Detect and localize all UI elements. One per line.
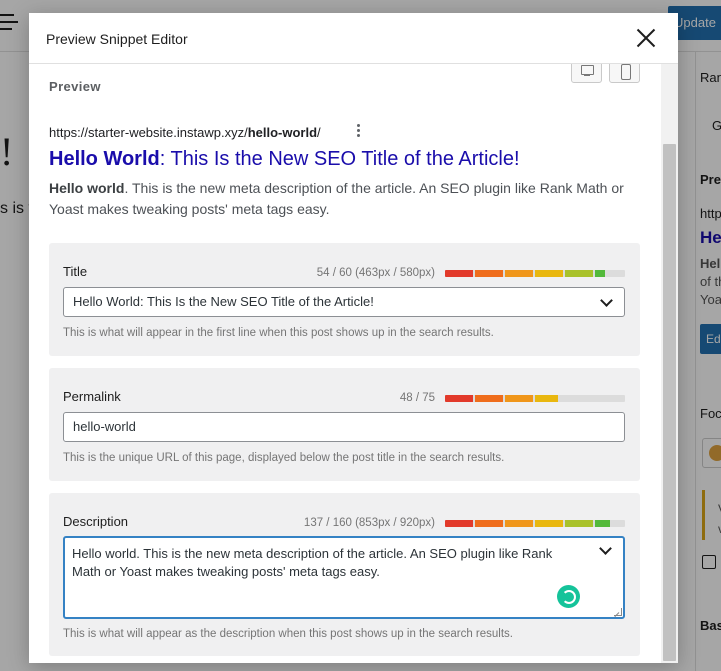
resize-handle-icon[interactable] <box>614 608 622 616</box>
serp-description: Hello world. This is the new meta descri… <box>49 180 624 217</box>
desktop-preview-icon[interactable] <box>571 64 602 83</box>
description-field-card: Description 137 / 160 (853px / 920px) He… <box>49 493 640 656</box>
description-char-counter: 137 / 160 (853px / 920px) <box>303 517 435 529</box>
snippet-editor-modal: Preview Snippet Editor Preview https://s… <box>29 13 678 663</box>
meter-segment <box>505 270 533 277</box>
meter-segment <box>505 395 533 402</box>
close-icon[interactable] <box>633 25 659 51</box>
title-help-text: This is what will appear in the first li… <box>63 327 494 339</box>
description-help-text: This is what will appear as the descript… <box>63 628 513 640</box>
modal-title: Preview Snippet Editor <box>46 31 188 47</box>
chevron-down-icon[interactable] <box>600 294 613 307</box>
title-length-meter <box>445 270 625 277</box>
permalink-input[interactable]: hello-world <box>63 412 625 442</box>
mobile-preview-icon[interactable] <box>609 64 640 83</box>
permalink-help-text: This is the unique URL of this page, dis… <box>63 452 505 464</box>
preview-section-label: Preview <box>49 79 101 94</box>
meter-segment <box>565 520 593 527</box>
meter-segment <box>505 520 533 527</box>
description-field-label: Description <box>63 514 129 529</box>
chevron-down-icon[interactable] <box>599 542 612 555</box>
description-textarea-value: Hello world. This is the new meta descri… <box>72 546 553 579</box>
description-length-meter <box>445 520 625 527</box>
meter-segment <box>595 520 611 527</box>
permalink-length-meter <box>445 395 625 402</box>
permalink-field-card: Permalink 48 / 75 hello-world This is th… <box>49 368 640 481</box>
meter-segment <box>445 270 473 277</box>
serp-url: https://starter-website.instawp.xyz/hell… <box>49 125 321 140</box>
permalink-char-counter: 48 / 75 <box>399 392 435 404</box>
more-options-icon[interactable] <box>357 124 361 138</box>
meter-segment <box>535 395 559 402</box>
meter-segment <box>475 270 503 277</box>
description-textarea[interactable]: Hello world. This is the new meta descri… <box>63 536 625 619</box>
meter-segment <box>535 520 563 527</box>
meter-segment <box>565 270 593 277</box>
modal-header: Preview Snippet Editor <box>29 13 678 64</box>
meter-segment <box>535 270 563 277</box>
modal-body: Preview https://starter-website.instawp.… <box>29 64 661 663</box>
permalink-field-label: Permalink <box>63 389 121 404</box>
meter-segment <box>445 395 473 402</box>
meter-segment <box>475 395 503 402</box>
title-field-card: Title 54 / 60 (463px / 580px) Hello Worl… <box>49 243 640 356</box>
meter-segment <box>475 520 503 527</box>
grammarly-icon[interactable] <box>557 585 580 608</box>
serp-title: Hello World: This Is the New SEO Title o… <box>49 148 520 170</box>
title-input-value: Hello World: This Is the New SEO Title o… <box>73 294 374 309</box>
title-input[interactable]: Hello World: This Is the New SEO Title o… <box>63 287 625 317</box>
meter-segment <box>595 270 605 277</box>
title-char-counter: 54 / 60 (463px / 580px) <box>316 267 435 279</box>
scrollbar-thumb[interactable] <box>663 144 676 661</box>
permalink-input-value: hello-world <box>73 419 136 434</box>
meter-segment <box>445 520 473 527</box>
title-field-label: Title <box>63 264 88 279</box>
modal-scrollbar[interactable] <box>661 64 678 663</box>
